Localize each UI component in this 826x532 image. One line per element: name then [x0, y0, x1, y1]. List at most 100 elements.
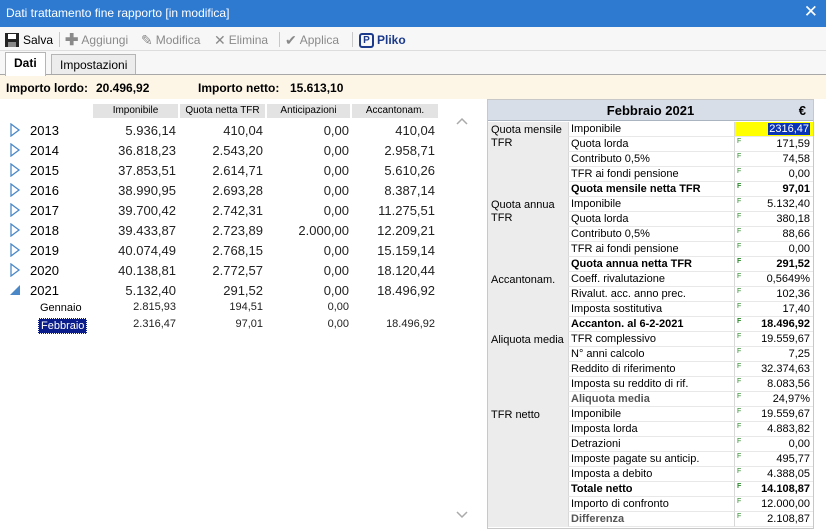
formula-marker-icon: F	[737, 183, 742, 190]
formula-marker-icon: F	[737, 498, 742, 505]
formula-marker-icon: F	[737, 363, 742, 370]
year-anticip-value: 0,00	[323, 143, 349, 158]
scroll-up-icon[interactable]	[452, 114, 472, 128]
formula-marker-icon: F	[737, 333, 742, 340]
expand-arrow-icon[interactable]	[8, 243, 22, 257]
year-row[interactable]: 2013 5.936,14 410,04 0,00 410,04	[0, 120, 440, 140]
check-icon: ✔	[285, 31, 297, 48]
expand-arrow-icon[interactable]	[8, 223, 22, 237]
year-label: 2013	[30, 123, 59, 138]
detail-row-label: Imponibile	[568, 407, 734, 422]
scroll-down-icon[interactable]	[452, 508, 472, 522]
detail-row-label: Imposte pagate su anticip.	[568, 452, 734, 467]
formula-marker-icon: F	[737, 138, 742, 145]
detail-section-label: TFR netto	[488, 407, 568, 527]
month-accant-value: 18.496,92	[386, 318, 435, 330]
year-row[interactable]: 2016 38.990,95 2.693,28 0,00 8.387,14	[0, 180, 440, 200]
detail-row-label: Totale netto	[568, 482, 734, 497]
detail-row-value: F 495,77	[734, 452, 813, 467]
apply-button[interactable]: ✔ Applica	[285, 31, 339, 49]
pliko-button[interactable]: P Pliko	[359, 31, 406, 49]
detail-section-label: Quota annua TFR	[488, 197, 568, 272]
year-row[interactable]: 2019 40.074,49 2.768,15 0,00 15.159,14	[0, 240, 440, 260]
year-row[interactable]: 2015 37.853,51 2.614,71 0,00 5.610,26	[0, 160, 440, 180]
expand-arrow-icon[interactable]	[8, 203, 22, 217]
pliko-label: Pliko	[377, 33, 406, 47]
detail-row-value: F 88,66	[734, 227, 813, 242]
toolbar-separator	[279, 32, 280, 47]
year-imponibile-value: 5.132,40	[125, 283, 176, 298]
detail-row-label: Aliquota media	[568, 392, 734, 407]
year-imponibile-value: 40.074,49	[118, 243, 176, 258]
expand-arrow-icon[interactable]	[8, 123, 22, 137]
column-header-imponibile: Imponibile	[93, 104, 178, 118]
year-row[interactable]: 2014 36.818,23 2.543,20 0,00 2.958,71	[0, 140, 440, 160]
net-amount-value: 15.613,10	[290, 81, 344, 95]
net-amount-label: Importo netto:	[198, 81, 280, 95]
delete-button[interactable]: ✕ Elimina	[214, 31, 268, 49]
year-label: 2021	[30, 283, 59, 298]
tab-impostazioni[interactable]: Impostazioni	[51, 54, 137, 75]
year-anticip-value: 0,00	[323, 283, 349, 298]
vertical-scrollbar[interactable]	[452, 104, 472, 528]
year-row[interactable]: 2018 39.433,87 2.723,89 2.000,00 12.209,21	[0, 220, 440, 240]
formula-marker-icon: F	[737, 393, 742, 400]
year-accant-value: 18.496,92	[377, 283, 435, 298]
detail-row-value: F 32.374,63	[734, 362, 813, 377]
detail-month-title: Febbraio 2021	[606, 103, 695, 118]
year-row[interactable]: 2020 40.138,81 2.772,57 0,00 18.120,44	[0, 260, 440, 280]
month-label: Febbraio	[38, 318, 88, 334]
year-row[interactable]: 2021 5.132,40 291,52 0,00 18.496,92	[0, 280, 440, 300]
detail-row-label: Imposta su reddito di rif.	[568, 377, 734, 392]
year-label: 2016	[30, 183, 59, 198]
detail-row-label: Reddito di riferimento	[568, 362, 734, 377]
expand-arrow-icon[interactable]	[8, 183, 22, 197]
formula-marker-icon: F	[737, 513, 742, 520]
month-detail-panel: Febbraio 2021 € Quota mensile TFR Imponib…	[487, 99, 814, 529]
year-accant-value: 410,04	[395, 123, 435, 138]
formula-marker-icon: F	[737, 228, 742, 235]
year-accant-value: 11.275,51	[378, 203, 435, 218]
toolbar-separator	[59, 32, 60, 47]
expand-arrow-icon[interactable]	[8, 163, 22, 177]
detail-row-value: F 7,25	[734, 347, 813, 362]
year-label: 2019	[30, 243, 59, 258]
year-label: 2014	[30, 143, 59, 158]
year-quota-value: 410,04	[223, 123, 263, 138]
tab-dati[interactable]: Dati	[5, 52, 46, 76]
detail-row-value: F 171,59	[734, 137, 813, 152]
detail-row-label: Imposta sostitutiva	[568, 302, 734, 317]
year-anticip-value: 0,00	[323, 263, 349, 278]
year-accant-value: 15.159,14	[377, 243, 435, 258]
formula-marker-icon: F	[737, 153, 742, 160]
expand-arrow-icon[interactable]	[8, 263, 22, 277]
detail-row-label: Quota lorda	[568, 212, 734, 227]
currency-label: €	[798, 103, 806, 118]
close-icon[interactable]: ✕	[804, 2, 818, 22]
year-quota-value: 2.742,31	[212, 203, 263, 218]
detail-row-label: Differenza	[568, 512, 734, 527]
year-row[interactable]: 2017 39.700,42 2.742,31 0,00 11.275,51	[0, 200, 440, 220]
detail-row-value: F 14.108,87	[734, 482, 813, 497]
expand-arrow-icon[interactable]	[8, 143, 22, 157]
year-quota-value: 2.723,89	[212, 223, 263, 238]
month-row[interactable]: Gennaio 2.815,93 194,51 0,00	[0, 300, 440, 316]
year-imponibile-value: 39.433,87	[118, 223, 176, 238]
detail-row-value[interactable]: 2316,47	[734, 122, 813, 137]
save-button[interactable]: Salva	[4, 31, 53, 49]
formula-marker-icon: F	[737, 303, 742, 310]
collapse-arrow-icon[interactable]	[8, 283, 22, 297]
save-label: Salva	[23, 33, 54, 47]
month-row[interactable]: Febbraio 2.316,47 97,01 0,00 18.496,92	[0, 317, 440, 334]
year-anticip-value: 0,00	[323, 243, 349, 258]
pencil-icon: ✎	[141, 31, 153, 48]
detail-row-label: TFR ai fondi pensione	[568, 242, 734, 257]
edit-button[interactable]: ✎ Modifica	[141, 31, 200, 49]
add-button[interactable]: ✚ Aggiungi	[65, 31, 128, 49]
formula-marker-icon: F	[737, 198, 742, 205]
detail-row-label: Contributo 0,5%	[568, 227, 734, 242]
detail-row-label: Imponibile	[568, 122, 734, 137]
detail-row-value: F 0,00	[734, 437, 813, 452]
year-anticip-value: 0,00	[323, 183, 349, 198]
year-accant-value: 12.209,21	[377, 223, 435, 238]
